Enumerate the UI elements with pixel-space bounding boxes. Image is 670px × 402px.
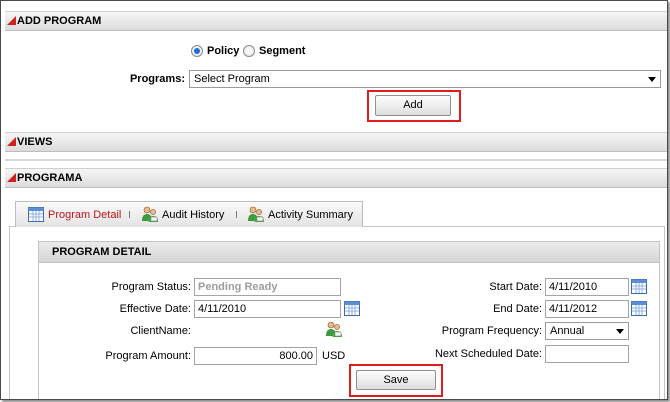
- next-scheduled-date-label: Next Scheduled Date:: [434, 348, 542, 360]
- calendar-icon[interactable]: [631, 301, 647, 316]
- program-status-field: Pending Ready: [194, 278, 341, 296]
- people-lookup-icon[interactable]: [326, 321, 342, 337]
- client-name-label: ClientName:: [130, 325, 191, 337]
- effective-date-input[interactable]: 4/11/2010: [194, 300, 341, 318]
- section-title: VIEWS: [17, 136, 53, 148]
- tab-separator: [236, 211, 237, 218]
- program-frequency-label: Program Frequency:: [441, 325, 542, 337]
- currency-label: USD: [322, 350, 346, 362]
- people-icon: [248, 206, 264, 222]
- collapse-triangle-icon: [7, 137, 16, 146]
- tab-separator: [129, 211, 130, 218]
- section-title: PROGRAMA: [17, 172, 83, 184]
- chevron-down-icon: [616, 329, 624, 334]
- calendar-icon: [28, 207, 44, 222]
- section-title: ADD PROGRAM: [17, 15, 102, 27]
- divider: [5, 159, 667, 161]
- add-button[interactable]: Add: [375, 95, 451, 116]
- program-amount-input[interactable]: 800.00: [194, 347, 317, 365]
- programs-select[interactable]: Select Program: [189, 70, 661, 88]
- program-frequency-select[interactable]: Annual: [545, 322, 629, 340]
- segment-radio[interactable]: [243, 45, 255, 57]
- start-date-label: Start Date:: [489, 281, 542, 293]
- start-date-input[interactable]: 4/11/2010: [545, 278, 629, 296]
- policy-radio[interactable]: [191, 45, 203, 57]
- tab-strip: Program Detail Audit History Activity Su: [15, 201, 363, 227]
- collapse-triangle-icon: [7, 16, 16, 25]
- calendar-icon[interactable]: [631, 279, 647, 294]
- end-date-label: End Date:: [493, 303, 542, 315]
- tab-label: Audit History: [162, 209, 225, 221]
- tab-audit-history[interactable]: Audit History: [142, 206, 238, 223]
- end-date-input[interactable]: 4/11/2012: [545, 300, 629, 318]
- save-button[interactable]: Save: [356, 370, 436, 390]
- tab-activity-summary[interactable]: Activity Summary: [248, 206, 360, 223]
- policy-radio-label: Policy: [207, 45, 240, 57]
- effective-date-label: Effective Date:: [119, 303, 191, 315]
- segment-radio-label: Segment: [259, 45, 306, 57]
- tab-label: Program Detail: [48, 209, 122, 221]
- chevron-down-icon: [648, 77, 656, 82]
- programs-select-value: Select Program: [194, 73, 270, 85]
- program-detail-header: PROGRAM DETAIL: [38, 241, 660, 263]
- frequency-select-value: Annual: [550, 325, 585, 337]
- next-scheduled-date-input[interactable]: [545, 345, 629, 363]
- collapse-triangle-icon: [7, 173, 16, 182]
- calendar-icon[interactable]: [344, 301, 360, 316]
- add-program-section-header[interactable]: ADD PROGRAM: [5, 11, 667, 31]
- tab-label: Activity Summary: [268, 209, 353, 221]
- app-window: ADD PROGRAM Policy Segment Programs: Sel…: [0, 0, 668, 400]
- programa-section-header[interactable]: PROGRAMA: [5, 168, 667, 188]
- views-section-header[interactable]: VIEWS: [5, 132, 667, 152]
- program-amount-label: Program Amount:: [105, 350, 191, 362]
- programs-label: Programs:: [129, 73, 185, 85]
- tab-program-detail[interactable]: Program Detail: [28, 207, 124, 223]
- program-status-label: Program Status:: [111, 281, 191, 293]
- people-icon: [142, 206, 158, 222]
